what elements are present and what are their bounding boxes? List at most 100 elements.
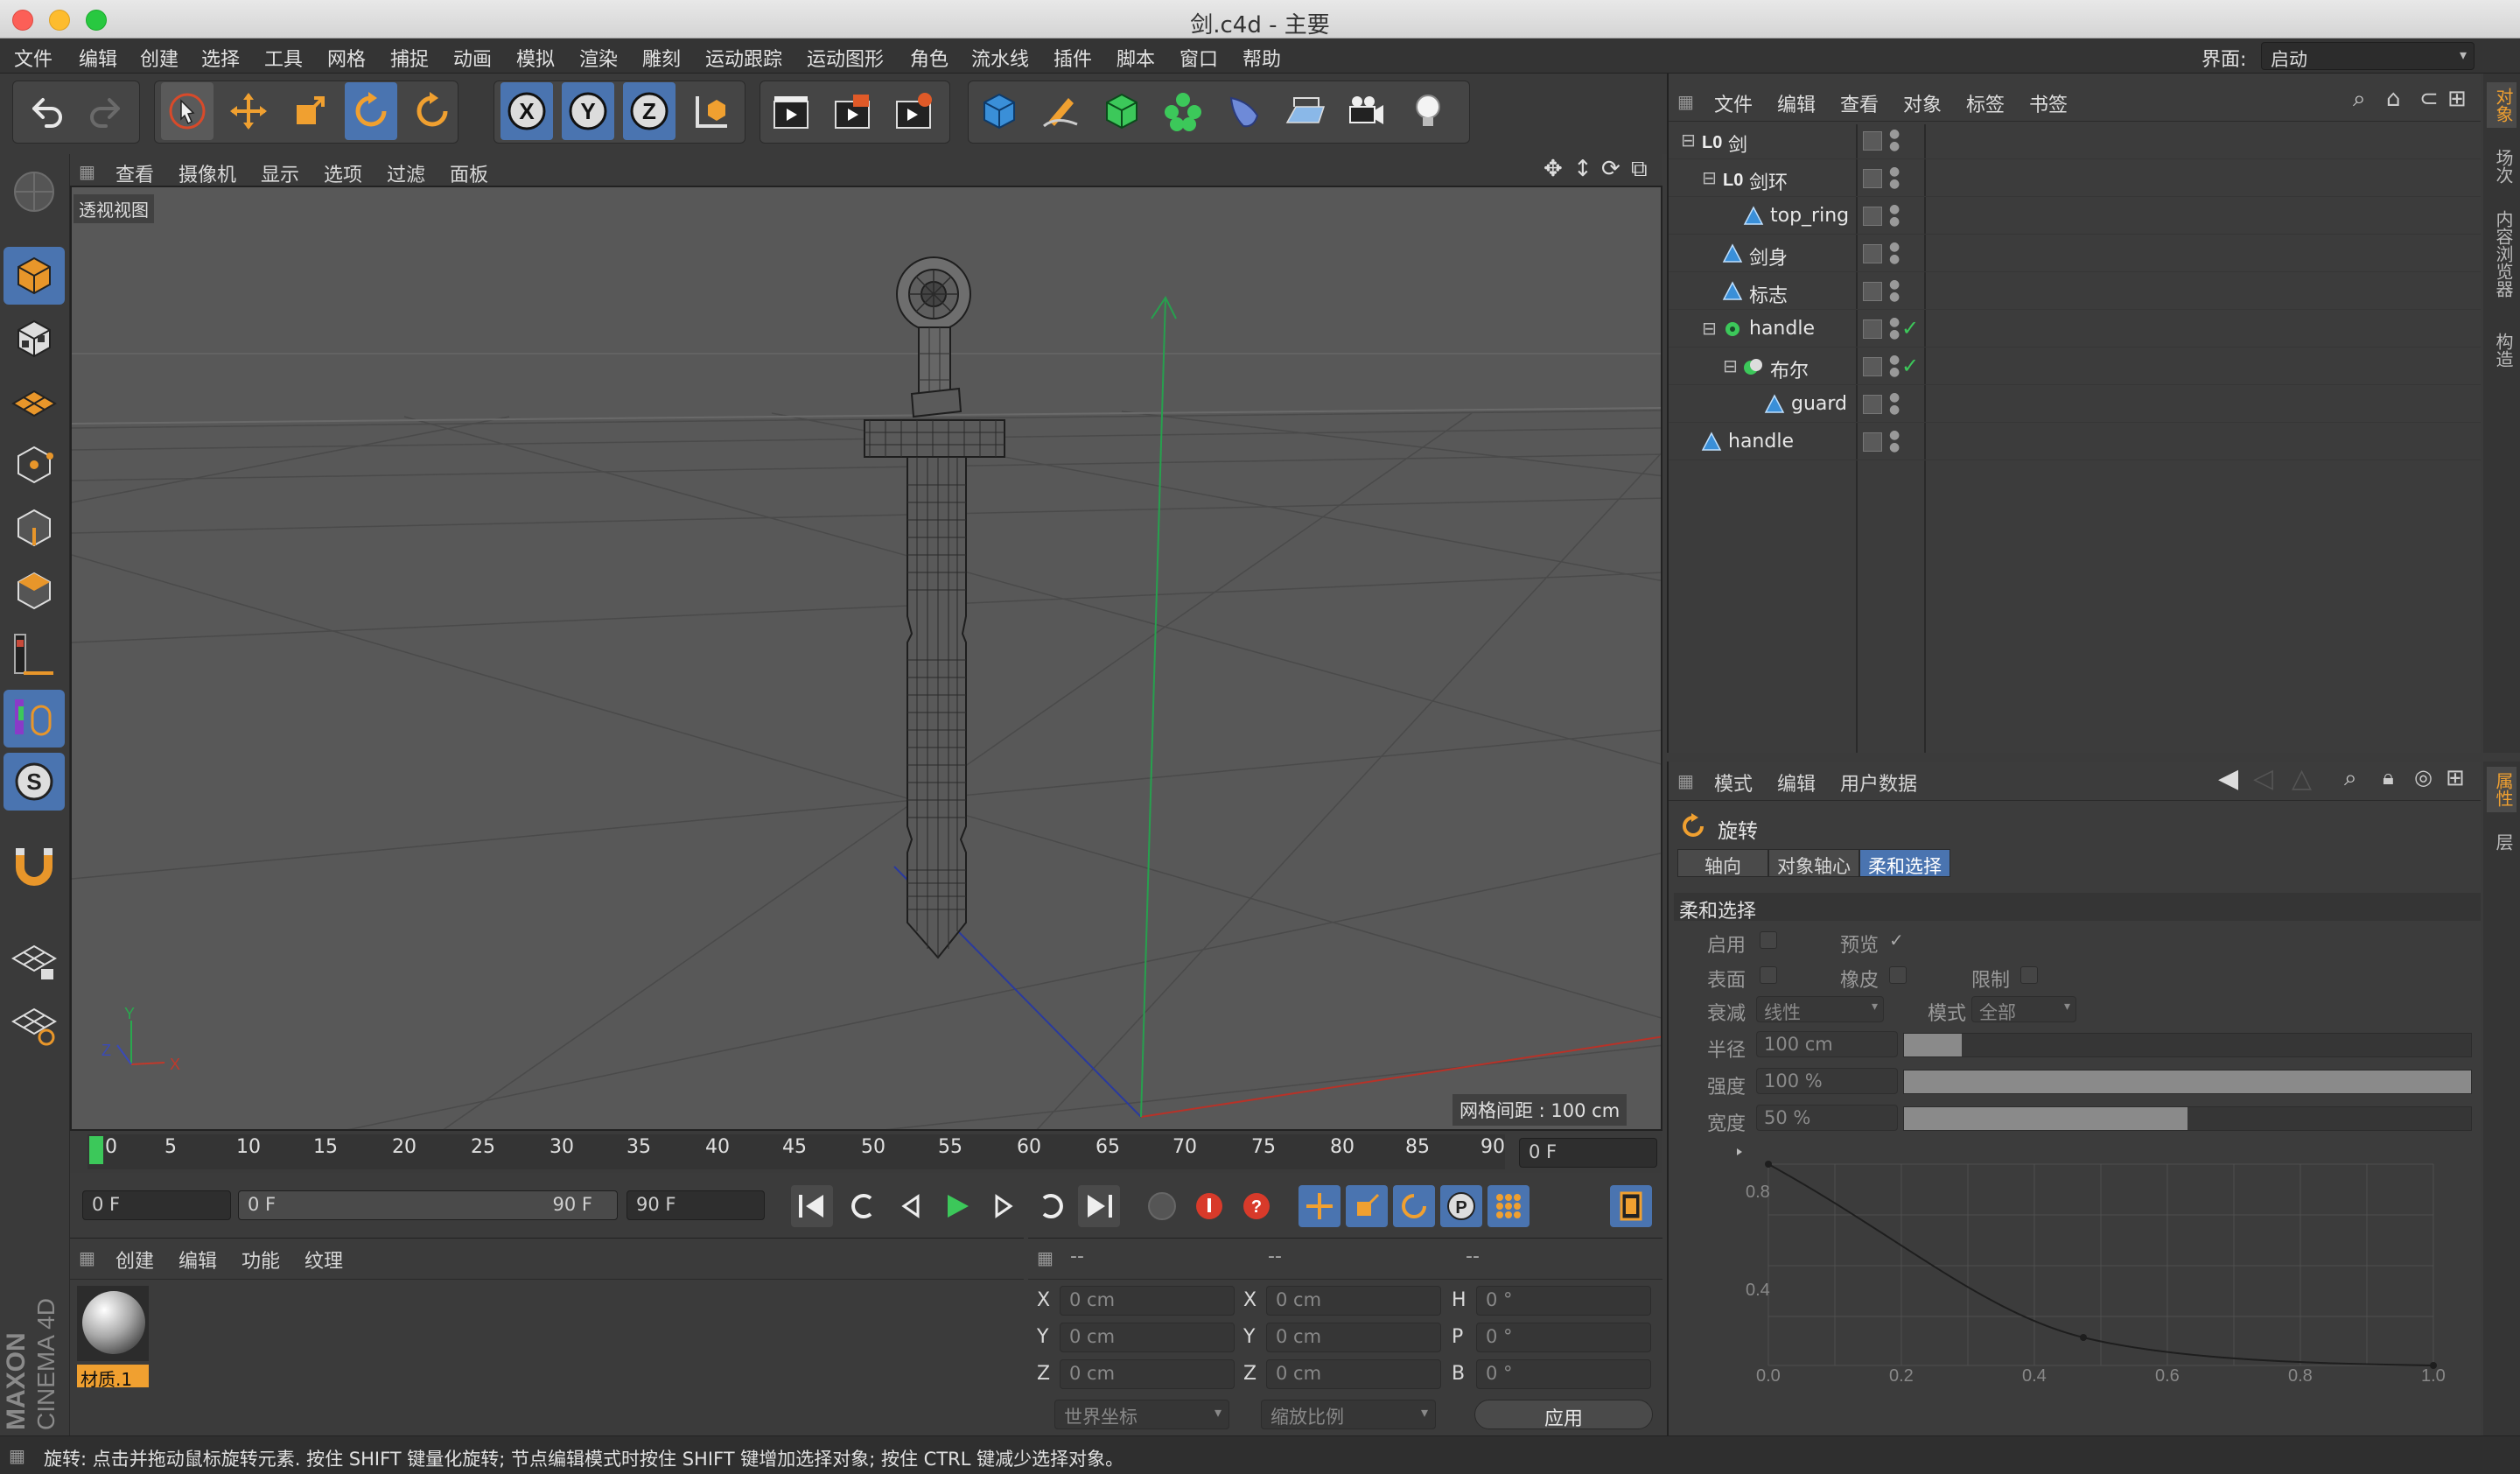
new-panel-icon[interactable]: ⊞ [2446,765,2465,791]
menu-mograph[interactable]: 运动图形 [807,44,884,72]
grip-icon[interactable]: ▦ [1677,91,1694,112]
render-settings-button[interactable] [887,82,940,140]
menu-window[interactable]: 窗口 [1180,44,1218,72]
material-menu-create[interactable]: 创建 [116,1246,154,1274]
camera-button[interactable] [1340,82,1393,140]
viewport-menu-view[interactable]: 查看 [116,159,154,187]
home-icon[interactable]: ⌂ [2386,86,2401,112]
planar-workplane-button[interactable] [4,994,65,1052]
material-swatch[interactable]: 材质.1 [75,1284,150,1390]
rotation-b-field[interactable]: 0 ° [1476,1359,1651,1389]
snap-button[interactable] [4,837,65,895]
tree-row[interactable]: 剑身 ● ● [1669,237,2481,272]
render-view-button[interactable] [765,82,817,140]
tree-row[interactable]: handle ● ● [1669,425,2481,460]
key-position-button[interactable] [1298,1185,1340,1227]
scale-tool-button[interactable] [284,82,336,140]
surface-checkbox[interactable] [1760,966,1777,984]
next-frame-button[interactable] [984,1185,1026,1227]
layer-visibility-icon[interactable] [1863,244,1882,263]
visibility-dots-icon[interactable]: ● ● [1889,203,1900,228]
position-z-field[interactable]: 0 cm [1060,1359,1235,1389]
visibility-dots-icon[interactable]: ● ● [1889,429,1900,453]
undo-button[interactable] [19,82,72,140]
new-panel-icon[interactable]: ⊞ [2447,86,2467,112]
tree-row[interactable]: 标志 ● ● [1669,275,2481,310]
material-menu-edit[interactable]: 编辑 [178,1246,217,1274]
tweak-mode-button[interactable] [4,690,65,748]
workplane-button[interactable] [4,163,65,221]
side-tab-structure[interactable]: 构造 [2487,327,2516,373]
layer-visibility-icon[interactable] [1863,131,1882,151]
tree-row[interactable]: ⊟ L0 剑 ● ● [1669,124,2481,159]
go-to-start-button[interactable] [791,1185,833,1227]
tree-row[interactable]: ⊟ 布尔 ● ● ✓ [1669,350,2481,385]
visibility-dots-icon[interactable]: ● ● [1889,354,1900,378]
menu-edit[interactable]: 编辑 [79,44,117,72]
select-tool-button[interactable] [161,82,214,140]
record-disabled-button[interactable] [1141,1185,1183,1227]
points-mode-button[interactable] [4,436,65,494]
light-button[interactable] [1402,82,1454,140]
expand-toggle-icon[interactable]: ⊟ [1681,130,1696,151]
current-frame-field[interactable]: 0 F [1519,1138,1657,1168]
object-menu-file[interactable]: 文件 [1714,89,1753,117]
side-tab-objects[interactable]: 对象 [2487,82,2516,128]
solo-mode-button[interactable]: S [4,753,65,811]
menu-script[interactable]: 脚本 [1116,44,1155,72]
mode-dropdown[interactable]: 全部 ▾ [1971,996,2076,1023]
key-scale-button[interactable] [1346,1185,1388,1227]
rotate-view-icon[interactable]: ⟳ [1601,156,1620,182]
menu-help[interactable]: 帮助 [1242,44,1281,72]
tree-row[interactable]: ⊟ L0 剑环 ● ● [1669,162,2481,197]
strength-field[interactable]: 100 % [1756,1068,1898,1094]
subdivision-surface-button[interactable] [1096,82,1148,140]
apply-button[interactable]: 应用 [1474,1400,1653,1430]
playhead[interactable] [89,1136,103,1164]
menu-sculpt[interactable]: 雕刻 [642,44,681,72]
viewport-menu-options[interactable]: 选项 [324,159,362,187]
enabled-check-icon[interactable]: ✓ [1901,354,1919,378]
coordinate-system-button[interactable] [684,82,737,140]
recent-tool-button[interactable] [406,82,458,140]
visibility-dots-icon[interactable]: ● ● [1889,128,1900,152]
object-menu-bookmarks[interactable]: 书签 [2029,89,2068,117]
side-tab-content-browser[interactable]: 内容浏览器 [2487,205,2516,303]
attribute-menu-mode[interactable]: 模式 [1714,769,1753,797]
y-axis-lock-button[interactable]: Y [562,82,614,140]
tab-soft-selection[interactable]: 柔和选择 [1859,849,1950,877]
menu-file[interactable]: 文件 [14,44,52,72]
redo-button[interactable] [80,82,133,140]
go-to-end-button[interactable] [1078,1185,1120,1227]
floor-button[interactable] [1279,82,1332,140]
key-pla-button[interactable] [1488,1185,1530,1227]
enable-checkbox[interactable] [1760,931,1777,949]
limit-checkbox[interactable] [2020,966,2038,984]
expand-toggle-icon[interactable]: ⊟ [1723,355,1738,376]
layer-visibility-icon[interactable] [1863,432,1882,452]
object-menu-object[interactable]: 对象 [1903,89,1942,117]
menu-create[interactable]: 创建 [140,44,178,72]
viewport-menu-display[interactable]: 显示 [261,159,299,187]
axis-mode-button[interactable] [4,627,65,684]
menu-animate[interactable]: 动画 [453,44,492,72]
tree-row[interactable]: top_ring ● ● [1669,200,2481,235]
preview-checkbox[interactable]: ✓ [1889,931,1907,949]
zoom-view-icon[interactable]: ↕ [1573,156,1592,182]
toggle-icon[interactable]: ⊂ [2419,86,2439,112]
layer-visibility-icon[interactable] [1863,169,1882,188]
pen-spline-button[interactable] [1034,82,1087,140]
cube-object-button[interactable] [973,82,1026,140]
layer-visibility-icon[interactable] [1863,395,1882,414]
rubber-checkbox[interactable] [1889,966,1907,984]
object-menu-edit[interactable]: 编辑 [1777,89,1816,117]
rotation-p-field[interactable]: 0 ° [1476,1323,1651,1352]
visibility-dots-icon[interactable]: ● ● [1889,278,1900,303]
visibility-dots-icon[interactable]: ● ● [1889,241,1900,265]
width-slider[interactable] [1903,1106,2472,1131]
tab-axis[interactable]: 轴向 [1677,849,1768,877]
lock-icon[interactable]: 🔒︎ [2383,765,2394,790]
autokey-button[interactable]: ? [1236,1185,1278,1227]
grip-icon[interactable]: ▦ [79,161,95,182]
expand-toggle-icon[interactable]: ⊟ [1702,318,1717,339]
